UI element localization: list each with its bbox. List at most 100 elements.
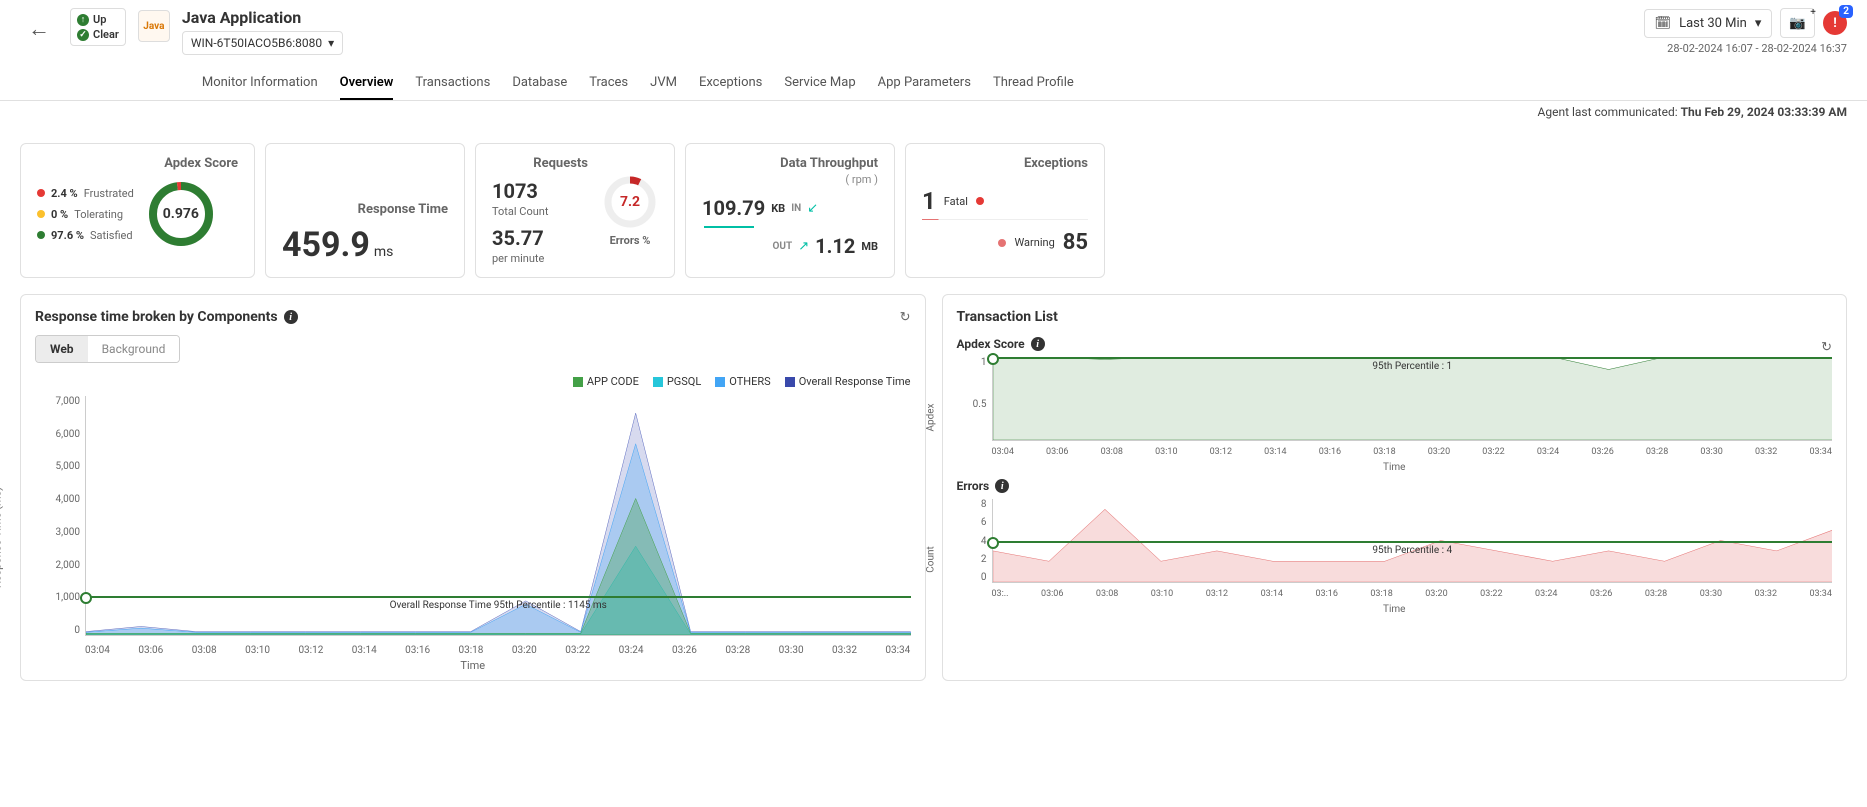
mini-apdex-title: Apdex Score [957, 337, 1025, 351]
legend-dot-icon [37, 231, 45, 239]
apdex-legend: 2.4 % Frustrated0 % Tolerating97.6 % Sat… [37, 187, 134, 242]
legend-swatch-icon [653, 377, 663, 387]
requests-card: Requests 1073 Total Count 35.77 per minu… [475, 143, 675, 278]
throughput-card: Data Throughput ( rpm ) 109.79 KB IN ↙ O… [685, 143, 895, 278]
time-range-select[interactable]: 🗓 Last 30 Min ▾ [1644, 9, 1773, 38]
req-permin: 35.77 [492, 226, 588, 250]
host-select[interactable]: WIN-6T50IACO5B6:8080 ▾ [182, 31, 343, 55]
exceptions-card: Exceptions 1Fatal Warning85 [905, 143, 1105, 278]
java-icon: Java [138, 10, 170, 42]
ex-fatal-label: Fatal [944, 195, 968, 208]
plot-ylabel: Response Time (ms) [0, 487, 4, 588]
time-range-sub: 28-02-2024 16:07 - 28-02-2024 16:37 [1667, 42, 1847, 55]
status-clear[interactable]: ✓Clear [77, 28, 119, 41]
tabs: Monitor Information Overview Transactions D… [182, 67, 1632, 100]
tab-monitor-information[interactable]: Monitor Information [202, 67, 318, 100]
tab-app-parameters[interactable]: App Parameters [878, 67, 971, 100]
legend-item[interactable]: PGSQL [653, 375, 701, 388]
transaction-panel: Transaction List Apdex Score i ↻ Apdex 10… [942, 294, 1848, 681]
plot-yaxis: 7,0006,0005,0004,0003,0002,0001,0000 [35, 396, 80, 636]
dt-subtitle: ( rpm ) [702, 173, 878, 186]
apdex-title: Apdex Score [37, 156, 238, 171]
legend-item[interactable]: APP CODE [573, 375, 639, 388]
dt-out-label: OUT [773, 241, 793, 252]
percentile-line: 95th Percentile : 4 [993, 541, 1833, 556]
arrow-out-icon: ↗ [798, 239, 809, 254]
mini-xlabel: Time [1383, 604, 1405, 615]
mini-xlabel: Time [1383, 462, 1405, 473]
dt-in-unit: KB [771, 202, 785, 215]
errors-ring: 7.2 [602, 174, 658, 230]
mini-xaxis: 03:0403:0603:0803:1003:1203:1403:1603:18… [992, 447, 1833, 457]
tab-service-map[interactable]: Service Map [784, 67, 855, 100]
legend-swatch-icon [715, 377, 725, 387]
tab-thread-profile[interactable]: Thread Profile [993, 67, 1074, 100]
tab-overview[interactable]: Overview [340, 67, 394, 100]
dt-out-unit: MB [861, 240, 878, 253]
info-icon[interactable]: i [1031, 337, 1045, 351]
status-clear-label: Clear [93, 28, 119, 41]
status-up-label: Up [93, 13, 106, 26]
mini-ylabel: Count [925, 546, 936, 573]
tab-exceptions[interactable]: Exceptions [699, 67, 762, 100]
response-chart-panel: Response time broken by Components i ↻ We… [20, 294, 926, 681]
host-label: WIN-6T50IACO5B6:8080 [191, 36, 322, 50]
warning-dot-icon [998, 239, 1006, 247]
legend-item[interactable]: OTHERS [715, 375, 770, 388]
subtab-web[interactable]: Web [36, 336, 88, 362]
left-chart-title: Response time broken by Components [35, 309, 278, 325]
mini-yaxis: 10.5 [957, 357, 987, 441]
apdex-value: 0.976 [163, 206, 199, 222]
errors-mini-plot: Count 86420 95th Percentile : 4 03:..03:… [957, 499, 1833, 609]
errors-pct: 7.2 [620, 194, 640, 210]
legend-dot-icon [37, 210, 45, 218]
tab-traces[interactable]: Traces [589, 67, 628, 100]
req-total: 1073 [492, 179, 588, 203]
info-icon[interactable]: i [995, 479, 1009, 493]
alert-badge[interactable]: !2 [1823, 11, 1847, 35]
dt-in-bar [704, 226, 754, 228]
back-button[interactable]: ← [20, 8, 58, 50]
fatal-dot-icon [976, 197, 984, 205]
calendar-icon: 🗓 [1655, 16, 1672, 31]
tab-database[interactable]: Database [512, 67, 567, 100]
transaction-title: Transaction List [957, 309, 1058, 325]
percentile-marker-icon [80, 592, 92, 604]
agent-communicated: Agent last communicated: Thu Feb 29, 202… [0, 101, 1867, 127]
apdex-card: Apdex Score 2.4 % Frustrated0 % Tolerati… [20, 143, 255, 278]
info-icon[interactable]: i [284, 310, 298, 324]
percentile-line: 95th Percentile : 1 [993, 357, 1833, 372]
chevron-down-icon: ▾ [1755, 16, 1762, 31]
snapshot-button[interactable]: 📷+ [1780, 8, 1815, 38]
dt-in-label: IN [791, 203, 801, 214]
app-title: Java Application [182, 8, 1632, 27]
rt-title: Response Time [282, 202, 448, 217]
history-icon[interactable]: ↻ [900, 310, 911, 325]
tab-transactions[interactable]: Transactions [415, 67, 490, 100]
apdex-legend-row: 2.4 % Frustrated [37, 187, 134, 200]
history-icon[interactable]: ↻ [1821, 340, 1832, 355]
arrow-in-icon: ↙ [807, 201, 818, 216]
tab-jvm[interactable]: JVM [650, 67, 677, 100]
alert-count: 2 [1839, 5, 1853, 18]
dt-title: Data Throughput [702, 156, 878, 171]
legend-item[interactable]: Overall Response Time [785, 375, 911, 388]
req-permin-label: per minute [492, 252, 588, 265]
chart-legend: APP CODE PGSQL OTHERS Overall Response Time [35, 375, 911, 388]
subtab-background[interactable]: Background [88, 336, 180, 362]
rt-value: 459.9 [282, 225, 370, 265]
apdex-mini-plot: Apdex 10.5 95th Percentile : 1 03:0403:0… [957, 357, 1833, 467]
chevron-down-icon: ▾ [328, 36, 334, 50]
legend-dot-icon [37, 189, 45, 197]
mini-xaxis: 03:..03:0603:0803:1003:1203:1403:1603:18… [992, 589, 1833, 599]
time-range-label: Last 30 Min [1679, 16, 1747, 31]
ex-title: Exceptions [922, 156, 1088, 171]
legend-swatch-icon [573, 377, 583, 387]
mini-yaxis: 86420 [957, 499, 987, 583]
mini-errors-title: Errors [957, 479, 990, 493]
mini-ylabel: Apdex [925, 403, 936, 431]
ex-warn-label: Warning [1014, 236, 1054, 249]
status-up[interactable]: ↑Up [77, 13, 119, 26]
legend-swatch-icon [785, 377, 795, 387]
percentile-marker-icon [987, 537, 999, 549]
